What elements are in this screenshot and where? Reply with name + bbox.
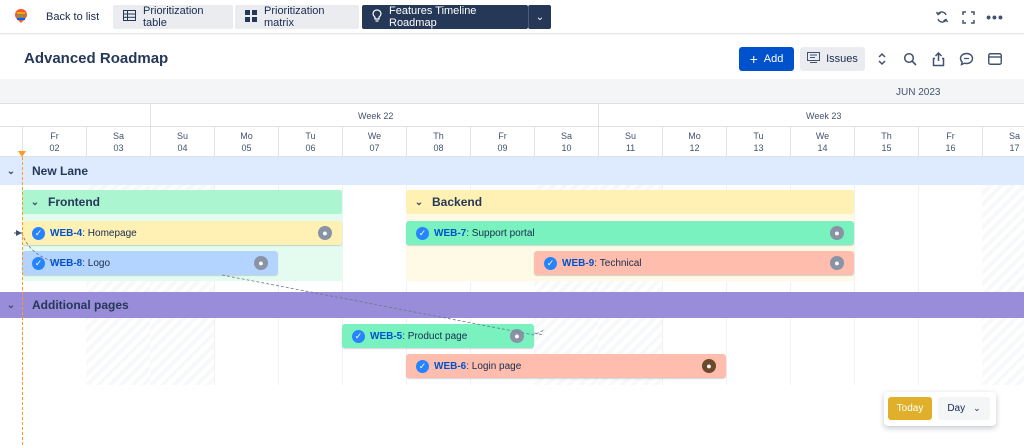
add-button[interactable]: + Add bbox=[739, 47, 794, 71]
day-date: 06 bbox=[305, 143, 316, 153]
plus-icon: + bbox=[749, 51, 758, 67]
day-column-header: Tu 06 bbox=[278, 127, 342, 157]
day-of-week: Th bbox=[881, 131, 892, 141]
day-column-header: Th 15 bbox=[854, 127, 918, 157]
timeline-grid: ⌄ New Lane ⌄ Frontend ⌄ Backend ✓ WEB-4:… bbox=[0, 157, 1024, 445]
day-column-header: Th 08 bbox=[406, 127, 470, 157]
day-date: 10 bbox=[561, 143, 572, 153]
week-label: Week 23 bbox=[806, 111, 842, 121]
day-of-week: We bbox=[815, 131, 830, 141]
day-column-header: Mo 12 bbox=[662, 127, 726, 157]
top-navigation: Back to list Prioritization table Priori… bbox=[0, 0, 1024, 34]
day-column-header: Sa 10 bbox=[534, 127, 598, 157]
tab-features-timeline-roadmap[interactable]: Features Timeline Roadmap bbox=[362, 5, 528, 29]
day-of-week: Tu bbox=[753, 131, 764, 141]
day-date: 15 bbox=[881, 143, 892, 153]
add-button-label: Add bbox=[763, 53, 784, 65]
day-column-header: Mo 05 bbox=[214, 127, 278, 157]
day-date: 16 bbox=[945, 143, 956, 153]
day-of-week: Su bbox=[176, 131, 188, 141]
day-column-header: Tu 13 bbox=[726, 127, 790, 157]
day-of-week: Fr bbox=[50, 131, 59, 141]
day-column-header: Fr 02 bbox=[22, 127, 86, 157]
day-of-week: We bbox=[367, 131, 382, 141]
day-date: 05 bbox=[241, 143, 252, 153]
refresh-icon[interactable] bbox=[934, 9, 950, 25]
day-of-week: Tu bbox=[305, 131, 316, 141]
roadmap-app: Back to list Prioritization table Priori… bbox=[0, 0, 1024, 445]
back-to-list-link[interactable]: Back to list bbox=[14, 7, 99, 27]
dependency-lines bbox=[12, 230, 545, 336]
page-title: Advanced Roadmap bbox=[24, 50, 169, 67]
day-of-week: Sa bbox=[560, 131, 572, 141]
tab-label: Features Timeline Roadmap bbox=[389, 5, 477, 29]
week-divider bbox=[150, 104, 151, 128]
back-to-list-label: Back to list bbox=[46, 11, 100, 23]
day-column-header: Su 04 bbox=[150, 127, 214, 157]
day-of-week: Fr bbox=[498, 131, 507, 141]
day-date: 12 bbox=[689, 143, 700, 153]
week-divider bbox=[598, 104, 599, 128]
day-date: 17 bbox=[1009, 143, 1020, 153]
issues-icon bbox=[807, 52, 821, 66]
more-options-icon[interactable]: ••• bbox=[986, 9, 1003, 25]
expand-collapse-icon[interactable] bbox=[874, 51, 890, 67]
day-of-week: Sa bbox=[1008, 131, 1020, 141]
day-of-week: Th bbox=[433, 131, 444, 141]
tab-label: Prioritization matrix bbox=[264, 5, 325, 29]
tab-prioritization-table[interactable]: Prioritization table bbox=[113, 5, 233, 29]
search-icon[interactable] bbox=[902, 51, 918, 67]
day-of-week: Mo bbox=[240, 131, 253, 141]
day-column-header: We 07 bbox=[342, 127, 406, 157]
today-button[interactable]: Today bbox=[888, 397, 932, 420]
chevron-down-icon: ⌄ bbox=[973, 403, 981, 413]
tab-prioritization-matrix[interactable]: Prioritization matrix bbox=[235, 5, 359, 29]
day-date: 04 bbox=[177, 143, 188, 153]
day-column-header: Su 11 bbox=[598, 127, 662, 157]
week-row: Week 22 Week 23 bbox=[0, 103, 1024, 128]
day-date: 08 bbox=[433, 143, 444, 153]
day-of-week: Su bbox=[624, 131, 636, 141]
day-date: 03 bbox=[113, 143, 124, 153]
comments-icon[interactable] bbox=[958, 51, 974, 67]
share-icon[interactable] bbox=[930, 51, 946, 67]
day-of-week: Fr bbox=[946, 131, 955, 141]
day-column-header: Fr 16 bbox=[918, 127, 982, 157]
day-date: 13 bbox=[753, 143, 764, 153]
week-label: Week 22 bbox=[358, 111, 394, 121]
month-label: JUN 2023 bbox=[896, 87, 941, 98]
timeline-controls: Today Day ⌄ bbox=[884, 392, 996, 426]
card-view-icon[interactable] bbox=[987, 51, 1003, 67]
day-of-week: Mo bbox=[688, 131, 701, 141]
matrix-icon bbox=[245, 9, 257, 25]
issues-button-label: Issues bbox=[826, 53, 858, 65]
day-date: 14 bbox=[817, 143, 828, 153]
fullscreen-icon[interactable] bbox=[960, 9, 976, 25]
day-date: 09 bbox=[497, 143, 508, 153]
issues-button[interactable]: Issues bbox=[800, 47, 865, 71]
scale-label: Day bbox=[947, 403, 966, 414]
day-date: 02 bbox=[49, 143, 60, 153]
day-date: 11 bbox=[625, 143, 636, 153]
day-date: 07 bbox=[369, 143, 380, 153]
day-row: Fr 02 Sa 03 Su 04 Mo 05 Tu 06 We 07 Th 08 Fr 09 Sa 10 Su 11… bbox=[0, 127, 1024, 157]
day-of-week: Sa bbox=[112, 131, 124, 141]
app-logo-icon bbox=[14, 8, 28, 27]
page-header: Advanced Roadmap + Add Issues bbox=[0, 35, 1024, 79]
table-icon bbox=[123, 10, 136, 24]
day-column-header: Sa 03 bbox=[86, 127, 150, 157]
day-column-header: We 14 bbox=[790, 127, 854, 157]
chevron-down-icon: ⌄ bbox=[535, 11, 545, 23]
roadmap-views-dropdown[interactable]: ⌄ bbox=[528, 5, 551, 29]
day-column-header: Sa 17 bbox=[982, 127, 1024, 157]
scale-select[interactable]: Day ⌄ bbox=[938, 397, 990, 420]
tab-label: Prioritization table bbox=[143, 5, 204, 29]
today-line bbox=[22, 157, 23, 445]
day-column-header: Fr 09 bbox=[470, 127, 534, 157]
timeline-header: JUN 2023 Week 22 Week 23 Fr 02 Sa 03 Su 04 Mo 0… bbox=[0, 79, 1024, 157]
lightbulb-icon bbox=[372, 9, 382, 25]
